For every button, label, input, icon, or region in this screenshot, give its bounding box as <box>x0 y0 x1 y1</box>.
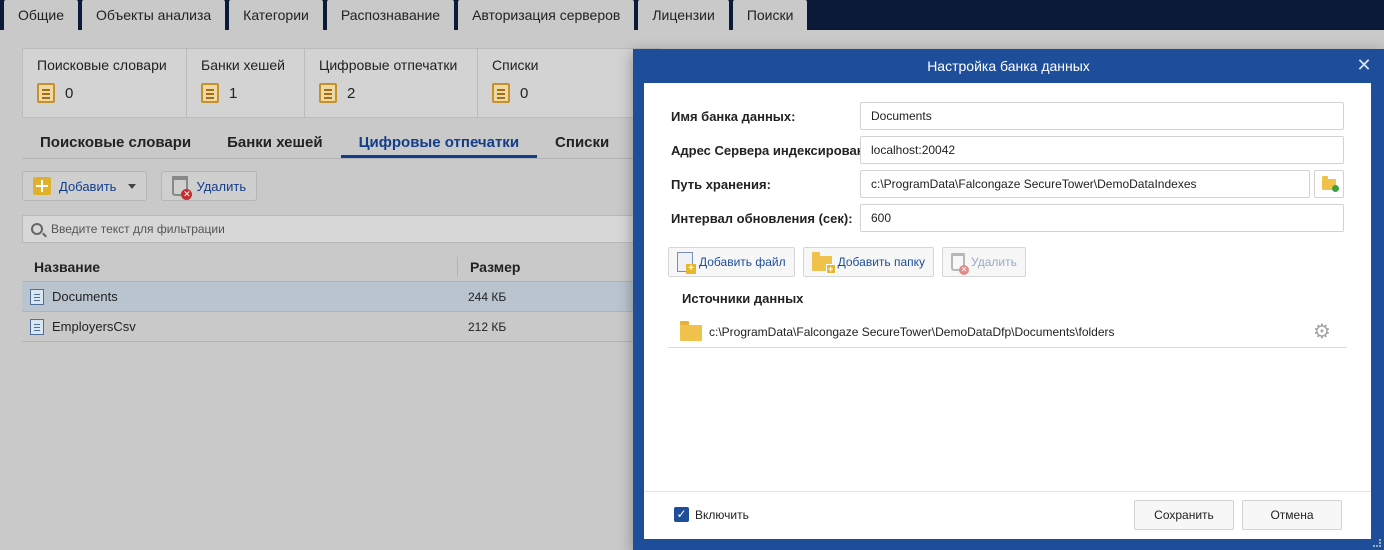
filter-placeholder: Введите текст для фильтрации <box>51 222 225 236</box>
plus-icon <box>33 177 51 195</box>
summary-panel: Поисковые словари 0 Банки хешей 1 Цифров… <box>22 48 662 118</box>
document-icon <box>30 288 44 305</box>
row-size: 212 КБ <box>468 319 507 334</box>
fingerprints-table: Название Размер Documents 244 КБ Employe… <box>22 252 642 342</box>
table-header: Название Размер <box>22 252 642 282</box>
subtab-dictionaries[interactable]: Поисковые словари <box>22 130 209 158</box>
cancel-button[interactable]: Отмена <box>1242 500 1342 530</box>
hash-bank-icon <box>201 83 219 103</box>
row-name: EmployersCsv <box>52 319 136 334</box>
field-row-update-interval: Интервал обновления (сек): 600 <box>644 203 1371 233</box>
add-file-label: Добавить файл <box>699 255 786 269</box>
close-icon[interactable]: ✕ <box>1356 56 1372 74</box>
sources-toolbar: + Добавить файл + Добавить папку ✕ Удали… <box>668 247 1026 277</box>
sources-title: Источники данных <box>682 291 804 306</box>
summary-label: Цифровые отпечатки <box>319 57 458 73</box>
storage-path-input[interactable]: c:\ProgramData\Falcongaze SecureTower\De… <box>860 170 1310 198</box>
trash-icon: ✕ <box>172 176 193 200</box>
dialog-body: Имя банка данных: Documents Адрес Сервер… <box>644 83 1371 539</box>
browse-folder-button[interactable] <box>1314 170 1344 198</box>
chevron-down-icon[interactable] <box>128 183 137 189</box>
summary-count: 0 <box>520 84 529 102</box>
source-path: c:\ProgramData\Falcongaze SecureTower\De… <box>709 324 1115 339</box>
summary-dictionaries[interactable]: Поисковые словари 0 <box>23 49 187 117</box>
storage-path-label: Путь хранения: <box>671 176 771 192</box>
field-row-server-address: Адрес Сервера индексирования: localhost:… <box>644 135 1371 165</box>
divider <box>22 158 642 159</box>
subtab-fingerprints[interactable]: Цифровые отпечатки <box>340 130 538 158</box>
delete-source-label: Удалить <box>971 255 1017 269</box>
delete-source-button[interactable]: ✕ Удалить <box>942 247 1026 277</box>
summary-hash-banks[interactable]: Банки хешей 1 <box>187 49 305 117</box>
toolbar: Добавить ✕ Удалить <box>22 171 258 201</box>
sub-tab-bar: Поисковые словари Банки хешей Цифровые о… <box>22 130 627 158</box>
delete-label: Удалить <box>196 178 247 194</box>
data-bank-settings-dialog: Настройка банка данных ✕ Имя банка данны… <box>633 49 1384 550</box>
dialog-footer: ✓ Включить Сохранить Отмена <box>644 491 1371 539</box>
table-row[interactable]: EmployersCsv 212 КБ <box>22 312 642 342</box>
summary-count: 1 <box>229 84 238 102</box>
server-address-input[interactable]: localhost:20042 <box>860 136 1344 164</box>
dictionary-icon <box>37 83 55 103</box>
row-name: Documents <box>52 289 118 304</box>
resize-grip-icon[interactable] <box>1373 539 1381 547</box>
row-size: 244 КБ <box>468 289 507 304</box>
bank-name-label: Имя банка данных: <box>671 108 796 124</box>
tab-analysis-objects[interactable]: Объекты анализа <box>82 0 226 30</box>
enable-label: Включить <box>695 507 749 522</box>
bank-name-input[interactable]: Documents <box>860 102 1344 130</box>
add-folder-icon: + <box>811 252 836 274</box>
summary-label: Банки хешей <box>201 57 286 73</box>
tab-general[interactable]: Общие <box>4 0 79 30</box>
update-interval-label: Интервал обновления (сек): <box>671 210 853 226</box>
tab-searches[interactable]: Поиски <box>732 0 808 30</box>
subtab-hash-banks[interactable]: Банки хешей <box>209 130 340 158</box>
enable-checkbox[interactable]: ✓ Включить <box>674 507 749 522</box>
summary-label: Поисковые словари <box>37 57 167 73</box>
tab-licenses[interactable]: Лицензии <box>638 0 729 30</box>
trash-icon: ✕ <box>951 253 970 275</box>
subtab-lists[interactable]: Списки <box>537 130 627 158</box>
update-interval-input[interactable]: 600 <box>860 204 1344 232</box>
field-row-storage-path: Путь хранения: c:\ProgramData\Falcongaze… <box>644 169 1371 199</box>
tab-recognition[interactable]: Распознавание <box>326 0 455 30</box>
tab-server-authorization[interactable]: Авторизация серверов <box>458 0 635 30</box>
search-icon <box>31 223 43 235</box>
dialog-title: Настройка банка данных <box>927 58 1090 74</box>
save-button[interactable]: Сохранить <box>1134 500 1234 530</box>
fingerprint-icon <box>319 83 337 103</box>
top-tab-bar: Общие Объекты анализа Категории Распозна… <box>0 0 1384 30</box>
document-icon <box>30 318 44 335</box>
add-folder-label: Добавить папку <box>837 255 926 269</box>
checkmark-icon[interactable]: ✓ <box>674 507 689 522</box>
server-address-label: Адрес Сервера индексирования: <box>671 142 885 158</box>
summary-label: Списки <box>492 57 539 73</box>
folder-icon <box>1322 175 1339 192</box>
add-label: Добавить <box>59 178 117 194</box>
add-folder-button[interactable]: + Добавить папку <box>802 247 935 277</box>
list-item[interactable]: c:\ProgramData\Falcongaze SecureTower\De… <box>668 316 1347 348</box>
gear-icon[interactable]: ⚙ <box>1313 322 1331 342</box>
list-icon <box>492 83 510 103</box>
column-size-header[interactable]: Размер <box>458 259 520 275</box>
add-file-icon: + <box>677 252 696 274</box>
add-button[interactable]: Добавить <box>22 171 148 201</box>
summary-count: 0 <box>65 84 74 102</box>
add-file-button[interactable]: + Добавить файл <box>668 247 795 277</box>
folder-icon <box>680 320 702 341</box>
summary-lists[interactable]: Списки 0 <box>478 49 628 117</box>
summary-count: 2 <box>347 84 356 102</box>
table-row[interactable]: Documents 244 КБ <box>22 282 642 312</box>
column-name-header[interactable]: Название <box>22 256 458 277</box>
field-row-bank-name: Имя банка данных: Documents <box>644 101 1371 131</box>
tab-categories[interactable]: Категории <box>229 0 323 30</box>
filter-input[interactable]: Введите текст для фильтрации <box>22 215 642 243</box>
delete-button[interactable]: ✕ Удалить <box>161 171 258 201</box>
summary-fingerprints[interactable]: Цифровые отпечатки 2 <box>305 49 478 117</box>
